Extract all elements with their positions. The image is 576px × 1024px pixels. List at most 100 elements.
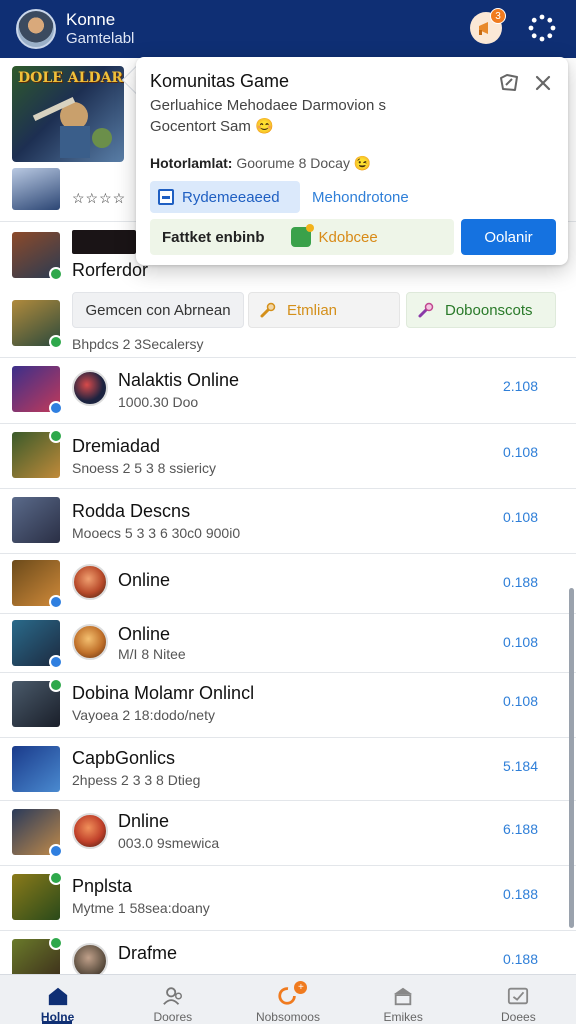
game-row[interactable]: Rodda Descns Mooecs 5 3 3 6 30c0 900i0 0… — [0, 489, 576, 554]
app-title-block: Konne Gamtelabl — [66, 10, 134, 48]
game-row[interactable]: Dremiadad Snoess 2 5 3 8 ssiericy 0.108 — [0, 424, 576, 489]
close-icon[interactable] — [530, 70, 556, 96]
popup-meta-value: Goorume 8 Docay 😉 — [236, 155, 372, 171]
game-thumbnail — [12, 560, 63, 609]
chip-tools[interactable]: Etmlian — [248, 292, 400, 328]
popup-secondary-accent: Kdobcee — [290, 224, 378, 247]
popup-description: Gerluahice Mehodaee Darmovion s Gocentor… — [150, 97, 386, 135]
popup-primary-button[interactable]: Oolanir — [461, 219, 556, 255]
popup-title: Komunitas Game — [150, 71, 290, 91]
guild-icon — [72, 624, 108, 660]
featured-game-thumbnail[interactable] — [12, 168, 60, 210]
game-title: Pnplsta — [72, 876, 133, 896]
popup-secondary-label: Fattket enbinb — [162, 228, 265, 246]
featured-game-art: DOLE ALDAR — [12, 66, 124, 162]
game-thumbnail — [12, 871, 63, 920]
game-title: Dnline — [118, 811, 170, 831]
game-thumbnail — [12, 232, 63, 281]
game-subtitle: Mooecs 5 3 3 6 30c0 900i0 — [72, 525, 241, 541]
app-title: Konne — [66, 10, 116, 29]
verified-check-icon — [49, 595, 63, 609]
game-stat-value: 0.188 — [502, 574, 538, 590]
game-subtitle: M/I 8 Nitee — [118, 646, 186, 662]
pin-icon — [418, 302, 434, 318]
popup-link[interactable]: Mehondrotone — [312, 189, 409, 206]
community-popup: Komunitas Game Gerluahice Mehodaee Darmo… — [136, 57, 568, 265]
game-thumbnail — [12, 620, 63, 669]
nav-notifications[interactable]: + Nobsomoos — [230, 975, 345, 1024]
app-root: Konne Gamtelabl 3 DOLE ALDAR ☆☆☆☆ Rorfer… — [0, 0, 576, 1024]
app-subtitle: Gamtelabl — [66, 30, 135, 47]
game-row[interactable]: Online M/I 8 Nitee 0.108 — [0, 614, 576, 673]
game-banner-strip — [72, 230, 136, 254]
brush-icon — [260, 302, 276, 318]
nav-label: Nobsomoos — [255, 1010, 320, 1024]
game-stat-value: 0.188 — [502, 886, 538, 902]
game-thumbnail — [12, 429, 63, 478]
warrior-illustration — [32, 96, 112, 158]
game-thumbnail — [12, 497, 60, 543]
notifications-button[interactable]: 3 — [470, 8, 506, 44]
popup-tag-row: Rydemeeaeed Mehondrotone — [150, 181, 409, 213]
nav-tasks[interactable]: Doees — [461, 975, 576, 1024]
nav-label: Doores — [153, 1010, 193, 1024]
game-subtitle: Mytme 1 58sea:doany — [72, 900, 210, 916]
nav-badge-icon: + — [294, 981, 308, 994]
verified-check-icon — [49, 429, 63, 443]
popup-meta: Hotorlamlat: Goorume 8 Docay 😉 — [150, 155, 371, 172]
verified-check-icon — [49, 655, 63, 669]
game-thumbnail — [12, 300, 63, 349]
chip-label: Gemcen con Abrnean — [85, 301, 231, 319]
popup-meta-label: Hotorlamlat: — [150, 155, 233, 171]
notification-count-badge: 3 — [490, 8, 506, 24]
nav-people[interactable]: Doores — [115, 975, 230, 1024]
game-stat-value: 0.108 — [502, 509, 538, 525]
app-header: Konne Gamtelabl 3 — [0, 0, 576, 58]
game-subtitle: 1000.30 Doo — [118, 394, 199, 410]
nav-home[interactable]: Holne — [0, 975, 115, 1024]
guild-icon — [72, 813, 108, 849]
store-icon — [393, 987, 413, 1006]
loading-spinner-icon[interactable] — [528, 14, 556, 42]
game-row[interactable]: CapbGonlics 2hpess 2 3 3 8 Dtieg 5.184 — [0, 738, 576, 801]
game-row[interactable]: Pnplsta Mytme 1 58sea:doany 0.188 — [0, 866, 576, 931]
task-icon — [508, 987, 529, 1005]
game-title: Online — [118, 570, 171, 590]
verified-check-icon — [49, 936, 63, 950]
game-title: Rorferdor — [72, 260, 149, 280]
game-title: Rodda Descns — [72, 501, 191, 521]
profile-avatar[interactable] — [16, 9, 56, 49]
game-title: Dobina Molamr Onlincl — [72, 683, 255, 703]
game-stat-value: 0.188 — [502, 951, 538, 967]
chip-general[interactable]: Gemcen con Abrnean — [72, 292, 244, 328]
game-title: CapbGonlics — [72, 748, 176, 768]
game-title: Online — [118, 624, 171, 644]
popup-secondary-bar[interactable]: Fattket enbinb Kdobcee — [150, 219, 454, 255]
game-row[interactable]: Nalaktis Online 1000.30 Doo 2.108 — [0, 358, 576, 424]
game-row[interactable]: Online 0.188 — [0, 554, 576, 614]
nav-label: Holne — [40, 1010, 75, 1024]
nav-store[interactable]: Emikes — [346, 975, 461, 1024]
list-scrollbar[interactable] — [569, 588, 574, 928]
game-thumbnail — [12, 746, 60, 792]
app-badge-icon — [290, 224, 314, 247]
game-thumbnail — [12, 366, 63, 415]
chip-discussions[interactable]: Doboonscots — [406, 292, 556, 328]
game-thumbnail — [12, 809, 63, 858]
game-row[interactable]: Dnline 003.0 9smewica 6.188 — [0, 801, 576, 866]
guild-icon — [72, 943, 108, 974]
verified-check-icon — [49, 401, 63, 415]
people-icon — [162, 987, 182, 1005]
popup-tag-button[interactable]: Rydemeeaeed — [150, 181, 300, 213]
game-stat-value: 0.108 — [502, 634, 538, 650]
home-icon — [48, 987, 67, 1006]
featured-rating-stars: ☆☆☆☆ — [72, 190, 127, 206]
edit-icon[interactable] — [496, 70, 522, 96]
game-row[interactable]: Drafme 0.188 — [0, 931, 576, 974]
verified-check-icon — [49, 678, 63, 692]
chip-label: Doboonscots — [445, 301, 533, 319]
nav-label: Emikes — [383, 1010, 423, 1024]
game-row[interactable]: Dobina Molamr Onlincl Vayoea 2 18:dodo/n… — [0, 673, 576, 738]
game-title: Drafme — [118, 943, 178, 963]
game-subtitle: Snoess 2 5 3 8 ssiericy — [72, 460, 216, 476]
